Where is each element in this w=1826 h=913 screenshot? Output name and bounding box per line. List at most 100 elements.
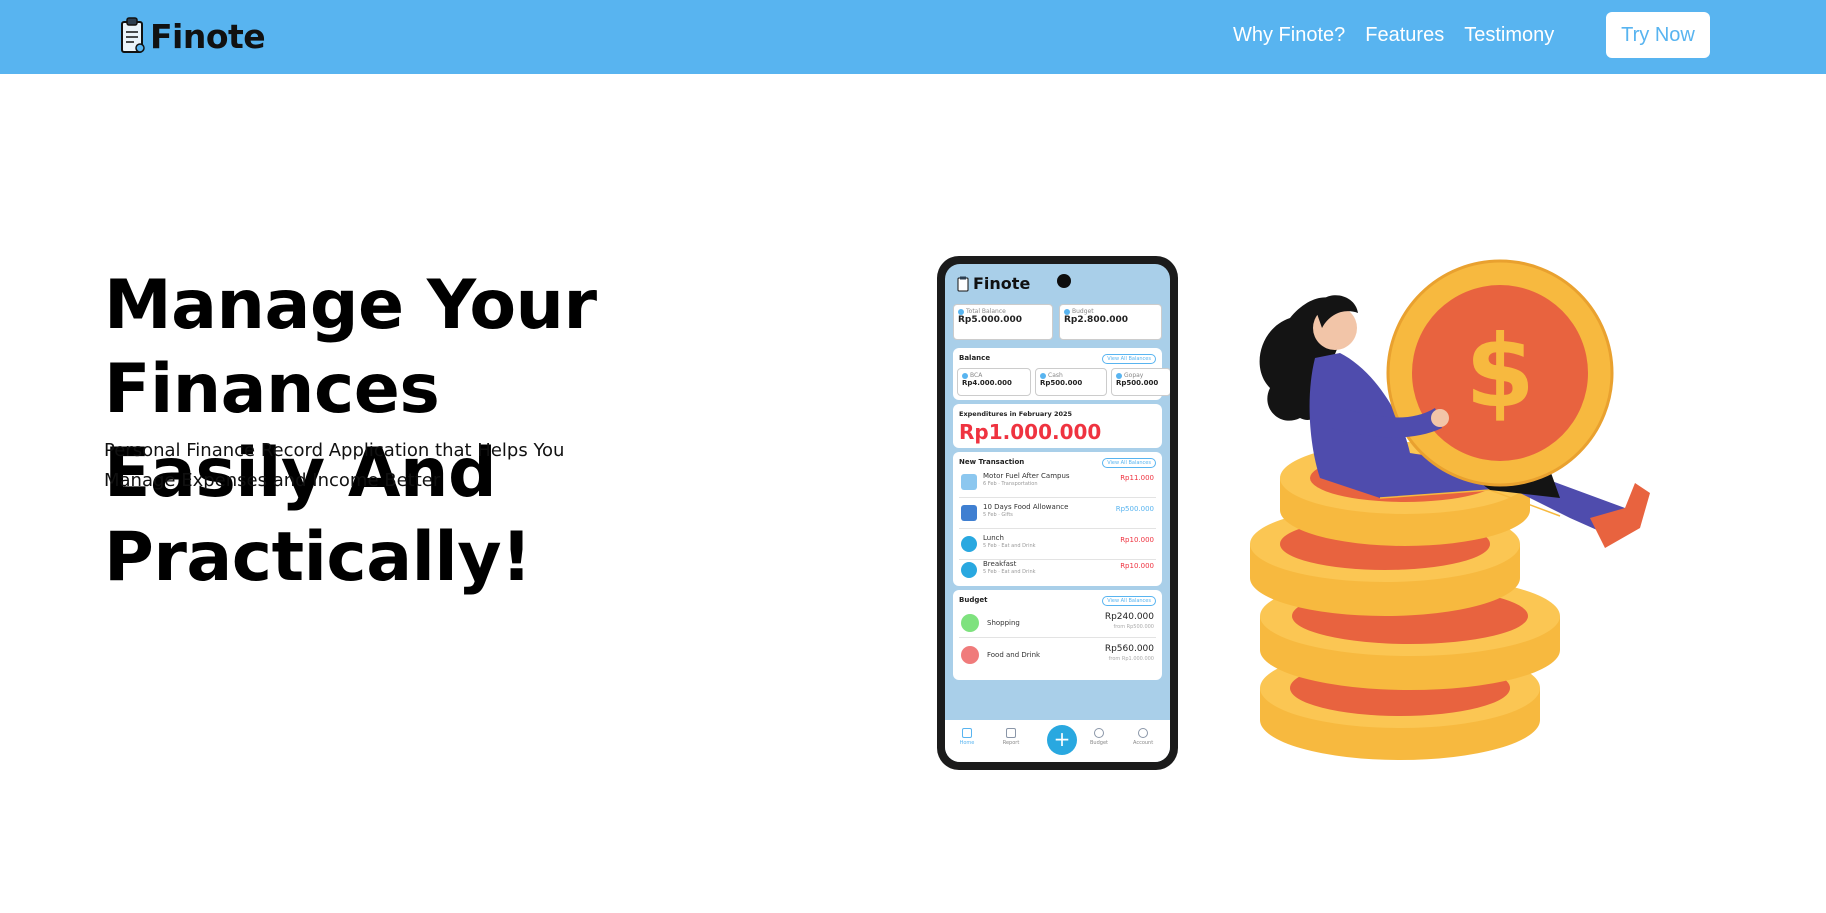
hero-title: Manage Your Finances Easily And Practica…: [104, 264, 864, 600]
budget-limit: from Rp1.000.000: [1108, 656, 1154, 662]
add-transaction-button[interactable]: +: [1047, 725, 1077, 755]
nav-home[interactable]: Home: [957, 728, 977, 746]
transactions-heading: New Transaction: [959, 458, 1025, 466]
budget-heading: Budget: [959, 596, 988, 604]
svg-text:$: $: [1465, 313, 1535, 430]
transaction-title: 10 Days Food Allowance: [983, 503, 1069, 511]
gift-icon: [961, 505, 977, 521]
budget-label: Budget: [1072, 308, 1094, 315]
nav-home-label: Home: [959, 740, 975, 746]
notepad-icon: [121, 17, 145, 53]
brand-name: Finote: [150, 16, 266, 56]
view-all-balances-button[interactable]: View All Balances: [1102, 354, 1156, 364]
expenditure-value: Rp1.000.000: [959, 420, 1102, 444]
nav-report[interactable]: Report: [1001, 728, 1021, 746]
transaction-title: Breakfast: [983, 560, 1017, 568]
transaction-row[interactable]: Breakfast 5 Feb · Eat and Drink Rp10.000: [959, 556, 1156, 586]
account-name: Gopay: [1124, 372, 1144, 379]
phone-screen: Finote Total Balance Rp5.000.000 Budget …: [945, 264, 1170, 762]
budget-title: Food and Drink: [987, 651, 1041, 659]
nav-link-testimony[interactable]: Testimony: [1464, 24, 1554, 47]
view-all-transactions-button[interactable]: View All Balances: [1102, 458, 1156, 468]
expenditure-card: Expenditures in February 2025 Rp1.000.00…: [953, 404, 1162, 448]
budget-value: Rp2.800.000: [1064, 315, 1129, 325]
budget-icon: [1064, 308, 1070, 315]
account-cash[interactable]: Cash Rp500.000: [1035, 368, 1107, 396]
chart-icon: [1006, 728, 1016, 738]
budget-row[interactable]: Food and Drink Rp560.000 from Rp1.000.00…: [959, 640, 1156, 670]
food-icon: [961, 562, 977, 578]
view-all-budgets-button[interactable]: View All Balances: [1102, 596, 1156, 606]
transaction-amount: Rp11.000: [1120, 474, 1154, 482]
nav-report-label: Report: [1002, 740, 1020, 746]
transaction-title: Lunch: [983, 534, 1004, 542]
try-now-button[interactable]: Try Now: [1606, 12, 1710, 58]
nav-account[interactable]: Account: [1133, 728, 1153, 746]
budget-amount: Rp240.000: [1104, 612, 1154, 622]
hero-title-line-1: Manage Your Finances: [104, 266, 597, 429]
user-icon: [1138, 728, 1148, 738]
balance-card: Balance View All Balances BCA Rp4.000.00…: [953, 348, 1170, 400]
account-name: Cash: [1048, 372, 1063, 379]
account-value: Rp4.000.000: [962, 379, 1012, 387]
food-icon: [961, 536, 977, 552]
brand-logo[interactable]: Finote: [118, 14, 266, 58]
coin-stack-illustration: $: [1250, 259, 1650, 760]
budget-limit: from Rp500.000: [1113, 624, 1154, 630]
account-value: Rp500.000: [1040, 379, 1083, 387]
wallet-icon: [958, 308, 964, 315]
budget-card: Budget View All Balances Shopping Rp240.…: [953, 590, 1162, 680]
total-balance-value: Rp5.000.000: [958, 315, 1023, 325]
transaction-subtitle: 5 Feb · Gifts: [983, 512, 1013, 518]
app-name: Finote: [973, 274, 1031, 293]
total-balance-box: Total Balance Rp5.000.000: [953, 304, 1053, 340]
navbar: Finote Why Finote? Features Testimony Tr…: [0, 0, 1826, 74]
transactions-card: New Transaction View All Balances Motor …: [953, 452, 1162, 586]
notepad-icon: [957, 276, 969, 291]
transaction-row[interactable]: 10 Days Food Allowance 5 Feb · Gifts Rp5…: [959, 499, 1156, 529]
hero-subtitle-line-2: Manage Expenses and Income Better: [104, 470, 441, 491]
nav-links: Why Finote? Features Testimony: [1233, 24, 1554, 47]
balance-heading: Balance: [959, 354, 991, 362]
nav-link-features[interactable]: Features: [1365, 24, 1444, 47]
shopping-icon: [961, 614, 979, 632]
app-bottom-nav: Home Report + Budget Account: [945, 720, 1170, 762]
hero-subtitle: Personal Finance Record Application that…: [104, 436, 624, 496]
budget-box: Budget Rp2.800.000: [1059, 304, 1162, 340]
woman-hand: [1431, 409, 1449, 427]
transaction-row[interactable]: Motor Fuel After Campus 6 Feb · Transpor…: [959, 468, 1156, 498]
pie-icon: [1094, 728, 1104, 738]
transport-icon: [961, 474, 977, 490]
nav-budget[interactable]: Budget: [1089, 728, 1109, 746]
transaction-subtitle: 5 Feb · Eat and Drink: [983, 543, 1036, 549]
budget-title: Shopping: [987, 619, 1020, 627]
totals-card: Total Balance Rp5.000.000 Budget Rp2.800…: [953, 304, 1162, 344]
home-icon: [962, 728, 972, 738]
cash-icon: [1040, 372, 1046, 379]
nav-link-why-finote[interactable]: Why Finote?: [1233, 24, 1345, 47]
transaction-amount: Rp10.000: [1120, 536, 1154, 544]
account-value: Rp500.000: [1116, 379, 1159, 387]
account-bca[interactable]: BCA Rp4.000.000: [957, 368, 1031, 396]
hero-subtitle-line-1: Personal Finance Record Application that…: [104, 440, 565, 461]
transaction-subtitle: 5 Feb · Eat and Drink: [983, 569, 1036, 575]
nav-account-label: Account: [1133, 740, 1154, 746]
camera-notch: [1057, 274, 1071, 288]
total-balance-label: Total Balance: [966, 308, 1006, 315]
account-gopay[interactable]: Gopay Rp500.000: [1111, 368, 1170, 396]
bank-icon: [962, 372, 968, 379]
account-name: BCA: [970, 372, 983, 379]
food-drink-icon: [961, 646, 979, 664]
transaction-subtitle: 6 Feb · Transportation: [983, 481, 1038, 487]
expenditure-label: Expenditures in February 2025: [959, 410, 1073, 418]
ewallet-icon: [1116, 372, 1122, 379]
transaction-title: Motor Fuel After Campus: [983, 472, 1070, 480]
dollar-coin-icon: $: [1386, 259, 1614, 487]
nav-budget-label: Budget: [1090, 740, 1108, 746]
budget-amount: Rp560.000: [1104, 644, 1154, 654]
app-header: Finote: [957, 274, 1030, 293]
transaction-amount: Rp500.000: [1115, 505, 1154, 513]
transaction-amount: Rp10.000: [1120, 562, 1154, 570]
phone-mockup: Finote Total Balance Rp5.000.000 Budget …: [937, 256, 1178, 770]
budget-row[interactable]: Shopping Rp240.000 from Rp500.000: [959, 608, 1156, 638]
